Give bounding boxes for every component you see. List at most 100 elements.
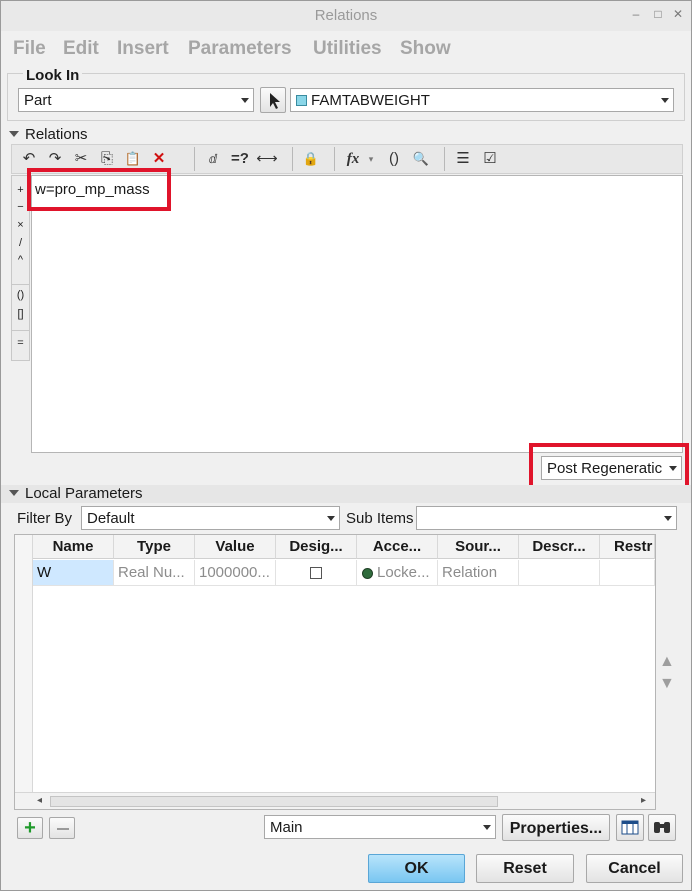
title-bar: Relations – □ ✕ (1, 1, 691, 31)
columns-icon (621, 820, 639, 835)
operator-brackets[interactable]: [] (12, 308, 29, 320)
local-params-section-header[interactable]: Local Parameters (9, 485, 143, 502)
paste-icon[interactable]: 📋 (122, 148, 144, 170)
select-object-button[interactable] (260, 87, 286, 113)
scroll-right-icon[interactable]: ▸ (641, 795, 646, 806)
relations-editor[interactable]: w=pro_mp_mass (31, 175, 683, 453)
properties-label: Properties... (509, 820, 603, 837)
function-dropdown-icon[interactable]: ▾ (365, 148, 377, 170)
cell-description[interactable] (519, 560, 600, 586)
cell-designate[interactable] (276, 560, 357, 586)
check-relations-icon[interactable]: ☑ (479, 148, 501, 170)
dimension-icon[interactable]: ⟷ (256, 148, 278, 170)
remove-parameter-button[interactable] (49, 817, 75, 839)
sort-relations-icon[interactable]: ☰ (452, 148, 474, 170)
cell-access[interactable]: Locke... (357, 560, 438, 586)
operator-divide[interactable]: / (12, 237, 29, 249)
operator-parentheses[interactable]: () (12, 284, 29, 301)
cell-access-text: Locke... (377, 564, 430, 581)
operator-multiply[interactable]: × (12, 219, 29, 231)
scrollbar-thumb[interactable] (50, 796, 498, 807)
add-parameter-button[interactable]: + (17, 817, 43, 839)
filter-by-value: Default (87, 510, 135, 527)
part-icon (296, 95, 307, 106)
binoculars-icon (654, 822, 670, 833)
cell-name[interactable]: W (33, 560, 114, 586)
column-header-description[interactable]: Descr... (519, 535, 600, 559)
cell-type[interactable]: Real Nu... (114, 560, 195, 586)
menu-utilities[interactable]: Utilities (313, 38, 382, 60)
cancel-button[interactable]: Cancel (586, 854, 683, 883)
menu-parameters[interactable]: Parameters (188, 38, 292, 60)
operator-power[interactable]: ^ (12, 254, 29, 266)
cell-source[interactable]: Relation (438, 560, 519, 586)
switch-dimensions-icon[interactable]: ⅆ (202, 148, 224, 170)
insert-function-icon[interactable]: fx (342, 148, 364, 170)
look-in-label: Look In (23, 67, 83, 84)
reset-label: Reset (503, 860, 547, 877)
chevron-down-icon (483, 825, 491, 830)
move-down-icon[interactable]: ▼ (659, 675, 675, 693)
copy-icon[interactable]: ⎘ (96, 148, 118, 170)
sub-items-label: Sub Items (346, 510, 414, 527)
column-header-designate[interactable]: Desig... (276, 535, 357, 559)
move-up-icon[interactable]: ▲ (659, 653, 675, 671)
look-in-type-select[interactable]: Part (18, 88, 254, 112)
minimize-icon[interactable]: – (629, 7, 643, 21)
column-header-type[interactable]: Type (114, 535, 195, 559)
relations-section-header[interactable]: Relations (9, 126, 88, 143)
menu-file[interactable]: File (13, 38, 46, 60)
chevron-down-icon (664, 516, 672, 521)
column-header-name[interactable]: Name (33, 535, 114, 559)
properties-button[interactable]: Properties... (502, 814, 610, 841)
filter-by-label: Filter By (17, 510, 73, 527)
view-value: Main (270, 819, 303, 836)
sub-items-select[interactable] (416, 506, 677, 530)
close-icon[interactable]: ✕ (671, 7, 685, 21)
table-columns-button[interactable] (616, 814, 644, 841)
relations-dialog: Relations – □ ✕ File Edit Insert Paramet… (0, 0, 692, 891)
column-header-source[interactable]: Sour... (438, 535, 519, 559)
delete-icon[interactable]: ✕ (148, 148, 170, 170)
cell-restricted[interactable] (600, 560, 655, 586)
menu-insert[interactable]: Insert (117, 38, 169, 60)
menu-edit[interactable]: Edit (63, 38, 99, 60)
operator-equals[interactable]: = (12, 330, 29, 349)
menu-show[interactable]: Show (400, 38, 451, 60)
lock-icon (362, 568, 373, 579)
cut-icon[interactable]: ✂ (70, 148, 92, 170)
cell-value[interactable]: 1000000... (195, 560, 276, 586)
column-header-value[interactable]: Value (195, 535, 276, 559)
reset-button[interactable]: Reset (476, 854, 574, 883)
look-in-object-value: FAMTABWEIGHT (311, 92, 430, 109)
horizontal-scrollbar[interactable]: ◂ ▸ (15, 792, 655, 809)
scroll-left-icon[interactable]: ◂ (37, 795, 42, 806)
verify-icon[interactable]: 🔍 (410, 148, 432, 170)
local-params-section-label: Local Parameters (25, 485, 143, 502)
toolbar-separator (292, 147, 293, 171)
redo-icon[interactable]: ↷ (44, 148, 66, 170)
search-button[interactable] (648, 814, 676, 841)
column-header-access[interactable]: Acce... (357, 535, 438, 559)
brackets-icon[interactable]: () (383, 148, 405, 170)
evaluate-icon[interactable]: =? (229, 148, 251, 170)
collapse-triangle-icon (9, 490, 19, 496)
toolbar-separator (194, 147, 195, 171)
chevron-down-icon (241, 98, 249, 103)
look-in-object-select[interactable]: FAMTABWEIGHT (290, 88, 674, 112)
column-header-restricted[interactable]: Restr (600, 535, 655, 559)
toolbar-separator (444, 147, 445, 171)
minus-icon (57, 828, 69, 830)
chevron-down-icon (327, 516, 335, 521)
maximize-icon[interactable]: □ (651, 7, 665, 21)
row-header-column (15, 535, 33, 793)
ok-button[interactable]: OK (368, 854, 465, 883)
pointer-icon (270, 93, 280, 109)
lock-parameter-icon[interactable]: 🔒 (300, 148, 322, 170)
menu-bar: File Edit Insert Parameters Utilities Sh… (2, 33, 690, 63)
undo-icon[interactable]: ↶ (18, 148, 40, 170)
filter-by-select[interactable]: Default (81, 506, 340, 530)
view-select[interactable]: Main (264, 815, 496, 839)
window-title: Relations (314, 7, 378, 24)
designate-checkbox[interactable] (310, 567, 322, 579)
